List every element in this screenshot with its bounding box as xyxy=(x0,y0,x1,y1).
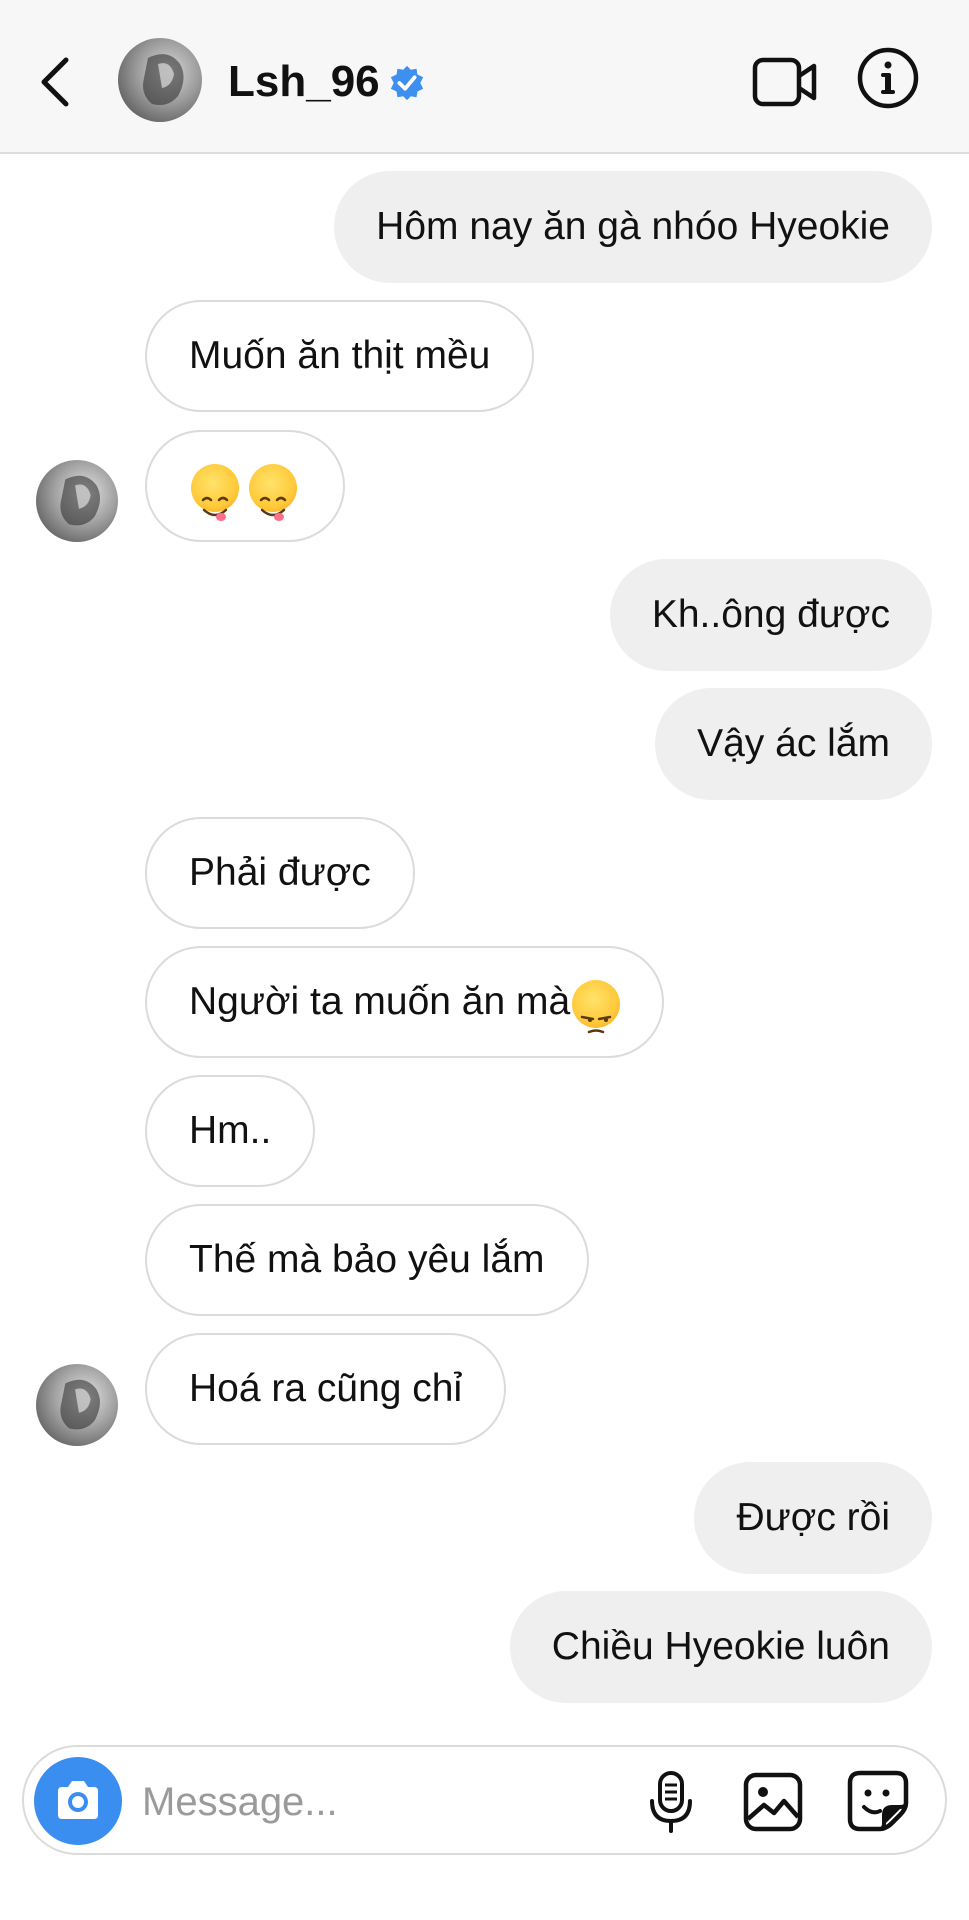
message-text: Vậy ác lắm xyxy=(697,722,890,765)
message-bubble-incoming[interactable]: Phải được xyxy=(145,817,415,929)
back-button[interactable] xyxy=(36,52,76,112)
message-bubble-incoming[interactable] xyxy=(145,430,345,542)
message-text: Thế mà bảo yêu lắm xyxy=(189,1238,545,1281)
chat-header: Lsh_96 xyxy=(0,0,969,154)
camera-button[interactable] xyxy=(34,1757,122,1845)
unamused-face-emoji xyxy=(572,979,621,1033)
avatar-photo xyxy=(60,1379,100,1430)
gallery-button[interactable] xyxy=(742,1771,804,1833)
avatar-photo xyxy=(143,54,184,105)
info-icon xyxy=(857,47,919,109)
message-text: Người ta muốn ăn mà xyxy=(189,980,571,1023)
camera-icon xyxy=(58,1781,98,1819)
chat-username[interactable]: Lsh_96 xyxy=(228,54,380,110)
message-bubble-incoming[interactable]: Hm.. xyxy=(145,1075,316,1187)
chevron-left-icon xyxy=(41,57,69,107)
message-bubble-incoming[interactable]: Hoá ra cũng chỉ xyxy=(145,1333,507,1445)
message-text: Hm.. xyxy=(189,1109,272,1152)
microphone-icon xyxy=(650,1771,692,1833)
video-call-button[interactable] xyxy=(752,54,818,110)
message-bubble-outgoing[interactable]: Chiều Hyeokie luôn xyxy=(509,1591,932,1703)
message-text: Hoá ra cũng chỉ xyxy=(189,1367,463,1410)
message-bubble-incoming[interactable]: Muốn ăn thịt mều xyxy=(145,300,535,412)
message-text: Muốn ăn thịt mều xyxy=(189,334,491,377)
message-text: Phải được xyxy=(189,851,371,894)
message-bubble-incoming[interactable]: Thế mà bảo yêu lắm xyxy=(145,1204,589,1316)
video-camera-icon xyxy=(752,57,817,107)
face-savoring-food-emoji xyxy=(249,463,297,521)
message-bubble-outgoing[interactable]: Vậy ác lắm xyxy=(655,688,932,800)
message-bubble-outgoing[interactable]: Kh..ông được xyxy=(609,559,932,671)
message-text: Hôm nay ăn gà nhóo Hyeokie xyxy=(376,205,890,248)
gallery-icon xyxy=(743,1772,803,1832)
message-text: Kh..ông được xyxy=(651,593,890,636)
avatar-photo xyxy=(60,475,100,526)
message-text: Chiều Hyeokie luôn xyxy=(551,1625,890,1668)
verified-badge-icon xyxy=(390,65,424,101)
message-bubble-incoming[interactable]: Người ta muốn ăn mà xyxy=(145,946,665,1058)
message-text: Được rồi xyxy=(736,1496,890,1539)
sender-avatar[interactable] xyxy=(36,460,118,542)
sticker-button[interactable] xyxy=(846,1769,910,1833)
message-bubble-outgoing[interactable]: Hôm nay ăn gà nhóo Hyeokie xyxy=(334,171,932,283)
info-button[interactable] xyxy=(856,46,920,110)
avatar[interactable] xyxy=(118,38,202,122)
face-savoring-food-emoji xyxy=(191,463,239,521)
message-bubble-outgoing[interactable]: Được rồi xyxy=(694,1462,932,1574)
message-composer xyxy=(22,1745,947,1855)
sender-avatar[interactable] xyxy=(36,1364,118,1446)
voice-message-button[interactable] xyxy=(644,1769,698,1835)
message-input[interactable] xyxy=(140,1771,624,1833)
sticker-icon xyxy=(847,1770,909,1832)
